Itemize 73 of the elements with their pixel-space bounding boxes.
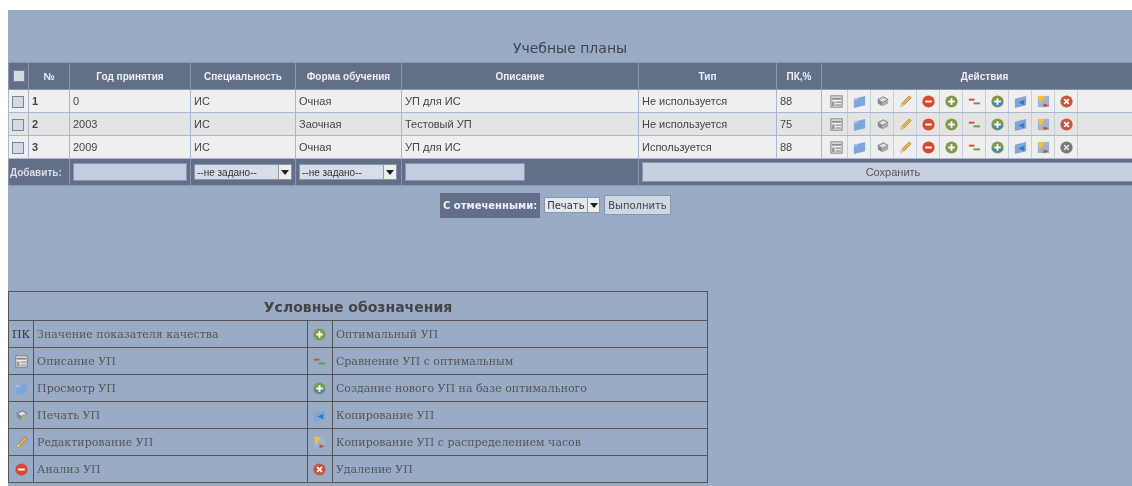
page-title: Учебные планы (511, 40, 629, 58)
checkbox[interactable] (12, 95, 24, 108)
close-icon (312, 461, 328, 477)
description-icon[interactable] (828, 116, 844, 132)
plus-circle-icon (312, 326, 328, 342)
table-cell: Тестовый УП (401, 112, 639, 136)
dropdown[interactable]: --не задано-- (299, 164, 397, 180)
folder-icon[interactable] (851, 116, 867, 132)
legend-text: Печать УП (37, 408, 101, 422)
legend-text: Удаление УП (335, 462, 413, 476)
minus-circle-icon[interactable] (920, 139, 936, 155)
table-cell: 2009 (69, 135, 191, 159)
column-header: Описание (401, 62, 639, 90)
table-cell: Используется (638, 135, 777, 159)
column-header: Форма обучения (295, 62, 402, 90)
dropdown[interactable]: --не задано-- (194, 164, 292, 180)
plus-circle-icon[interactable] (943, 139, 959, 155)
printer-icon (13, 407, 29, 423)
checkbox[interactable] (12, 118, 24, 131)
legend-text: Анализ УП (37, 462, 101, 476)
minus-circle-icon (13, 461, 29, 477)
column-header: Действия (821, 62, 1132, 90)
printer-icon[interactable] (874, 116, 890, 132)
column-header: Тип (638, 62, 777, 90)
folder-icon (13, 380, 29, 396)
printer-icon[interactable] (874, 139, 890, 155)
legend-text: Создание нового УП на базе оптимального (335, 381, 587, 395)
column-header: Специальность (190, 62, 296, 90)
description-icon (13, 353, 29, 369)
save-button[interactable]: Сохранить (642, 162, 1132, 182)
pencil-icon (13, 434, 29, 450)
legend-text: Просмотр УП (37, 381, 116, 395)
pencil-icon[interactable] (897, 116, 913, 132)
legend-text: Описание УП (37, 354, 116, 368)
table-cell: 0 (69, 89, 191, 113)
close-icon[interactable] (1058, 139, 1074, 155)
input-field[interactable] (405, 163, 525, 181)
legend-text: Редактирование УП (37, 435, 154, 449)
legend-text: Копирование УП (335, 408, 435, 422)
folder-icon[interactable] (851, 93, 867, 109)
symbol-label: ПК (12, 327, 31, 341)
column-header: № (28, 62, 70, 90)
dropdown[interactable]: Печать (544, 197, 601, 213)
table-cell: 2003 (69, 112, 191, 136)
folder-icon[interactable] (851, 139, 867, 155)
close-icon[interactable] (1058, 93, 1074, 109)
input-field[interactable] (73, 163, 187, 181)
add-label: Добавить: (8, 158, 70, 186)
checkbox[interactable] (12, 70, 25, 83)
legend-title: Условные обозначения (263, 298, 453, 315)
bulk-label: С отмеченными: (440, 192, 541, 218)
legend-text: Оптимальный УП (335, 327, 439, 341)
column-header: ПК,% (776, 62, 822, 90)
printer-icon[interactable] (874, 93, 890, 109)
column-header: Год принятия (69, 62, 191, 90)
table-cell: УП для ИС (401, 89, 639, 113)
legend-text: Значение показателя качества (37, 327, 219, 341)
description-icon[interactable] (828, 139, 844, 155)
table-cell: Не используется (638, 112, 777, 136)
pencil-icon[interactable] (897, 93, 913, 109)
legend-text: Сравнение УП с оптимальным (335, 354, 514, 368)
legend-text: Копирование УП с распределением часов (335, 435, 581, 449)
minus-circle-icon[interactable] (920, 116, 936, 132)
pencil-icon[interactable] (897, 139, 913, 155)
plus-circle-icon[interactable] (943, 116, 959, 132)
plus-circle-icon[interactable] (943, 93, 959, 109)
table-cell: УП для ИС (401, 135, 639, 159)
minus-circle-icon[interactable] (920, 93, 936, 109)
close-icon[interactable] (1058, 116, 1074, 132)
description-icon[interactable] (828, 93, 844, 109)
table-cell: Не используется (638, 89, 777, 113)
checkbox[interactable] (12, 141, 24, 154)
run-button[interactable]: Выполнить (604, 195, 671, 215)
